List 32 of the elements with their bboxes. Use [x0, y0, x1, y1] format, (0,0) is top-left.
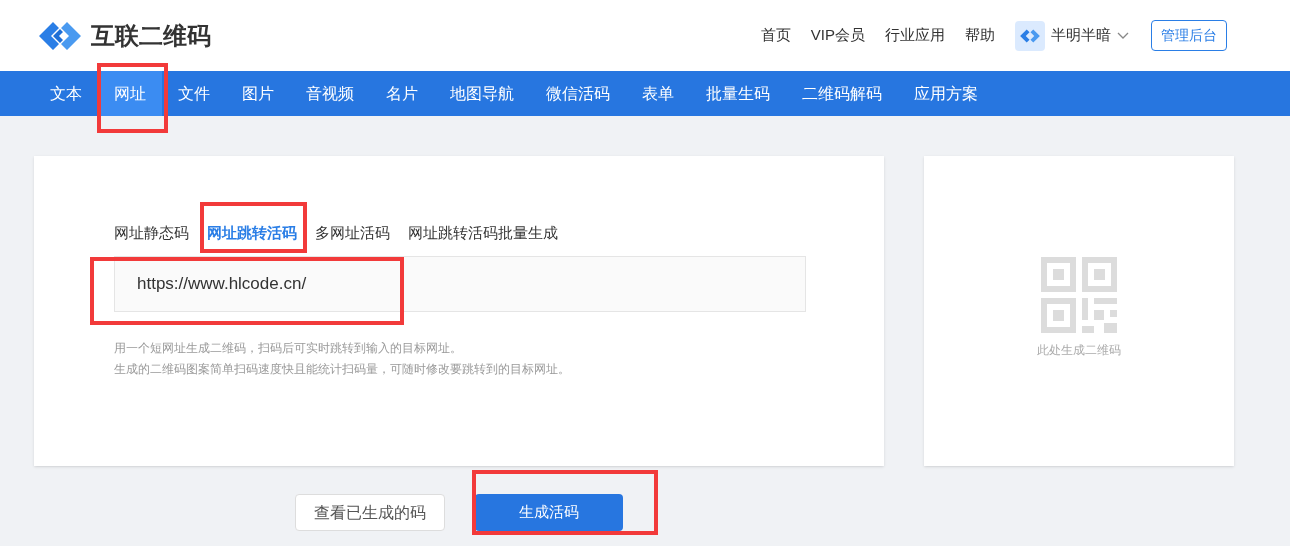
- nav-tab[interactable]: 表单: [626, 71, 690, 116]
- preview-caption: 此处生成二维码: [1037, 342, 1121, 359]
- header-link[interactable]: 首页: [760, 24, 791, 47]
- header-link[interactable]: 行业应用: [885, 24, 945, 47]
- sub-tab[interactable]: 多网址活码: [315, 224, 390, 241]
- nav-tab[interactable]: 地图导航: [434, 71, 530, 116]
- nav-tab[interactable]: 网址: [98, 71, 162, 116]
- nav-tab[interactable]: 应用方案: [898, 71, 994, 116]
- sub-tab[interactable]: 网址静态码: [114, 224, 189, 241]
- nav-tab[interactable]: 名片: [370, 71, 434, 116]
- nav-tab[interactable]: 微信活码: [530, 71, 626, 116]
- view-codes-button[interactable]: 查看已生成的码: [295, 494, 445, 531]
- hint-text: 生成的二维码图案简单扫码速度快且能统计扫码量，可随时修改要跳转到的目标网址。: [114, 360, 571, 378]
- header-link[interactable]: 帮助: [965, 24, 995, 47]
- logo-text: 互联二维码: [91, 20, 211, 51]
- nav-tab[interactable]: 批量生码: [690, 71, 786, 116]
- hint-text: 用一个短网址生成二维码，扫码后可实时跳转到输入的目标网址。: [114, 339, 463, 357]
- nav-tab[interactable]: 图片: [226, 71, 290, 116]
- nav-tab[interactable]: 二维码解码: [786, 71, 898, 116]
- sub-tab[interactable]: 网址跳转活码: [207, 224, 297, 241]
- user-name[interactable]: 半明半暗: [1051, 24, 1111, 47]
- nav-tab[interactable]: 文本: [34, 71, 98, 116]
- sub-tab[interactable]: 网址跳转活码批量生成: [408, 224, 558, 241]
- qr-code-icon: [1041, 257, 1117, 333]
- avatar[interactable]: [1015, 20, 1045, 51]
- nav-tab[interactable]: 文件: [162, 71, 226, 116]
- url-field[interactable]: https://www.hlcode.cn/: [114, 255, 806, 312]
- admin-button[interactable]: 管理后台: [1151, 20, 1227, 51]
- nav-tab[interactable]: 音视频: [290, 71, 370, 116]
- chevron-down-icon[interactable]: [1117, 31, 1129, 40]
- header-link[interactable]: VIP会员: [810, 24, 865, 47]
- generate-button[interactable]: 生成活码: [475, 494, 623, 531]
